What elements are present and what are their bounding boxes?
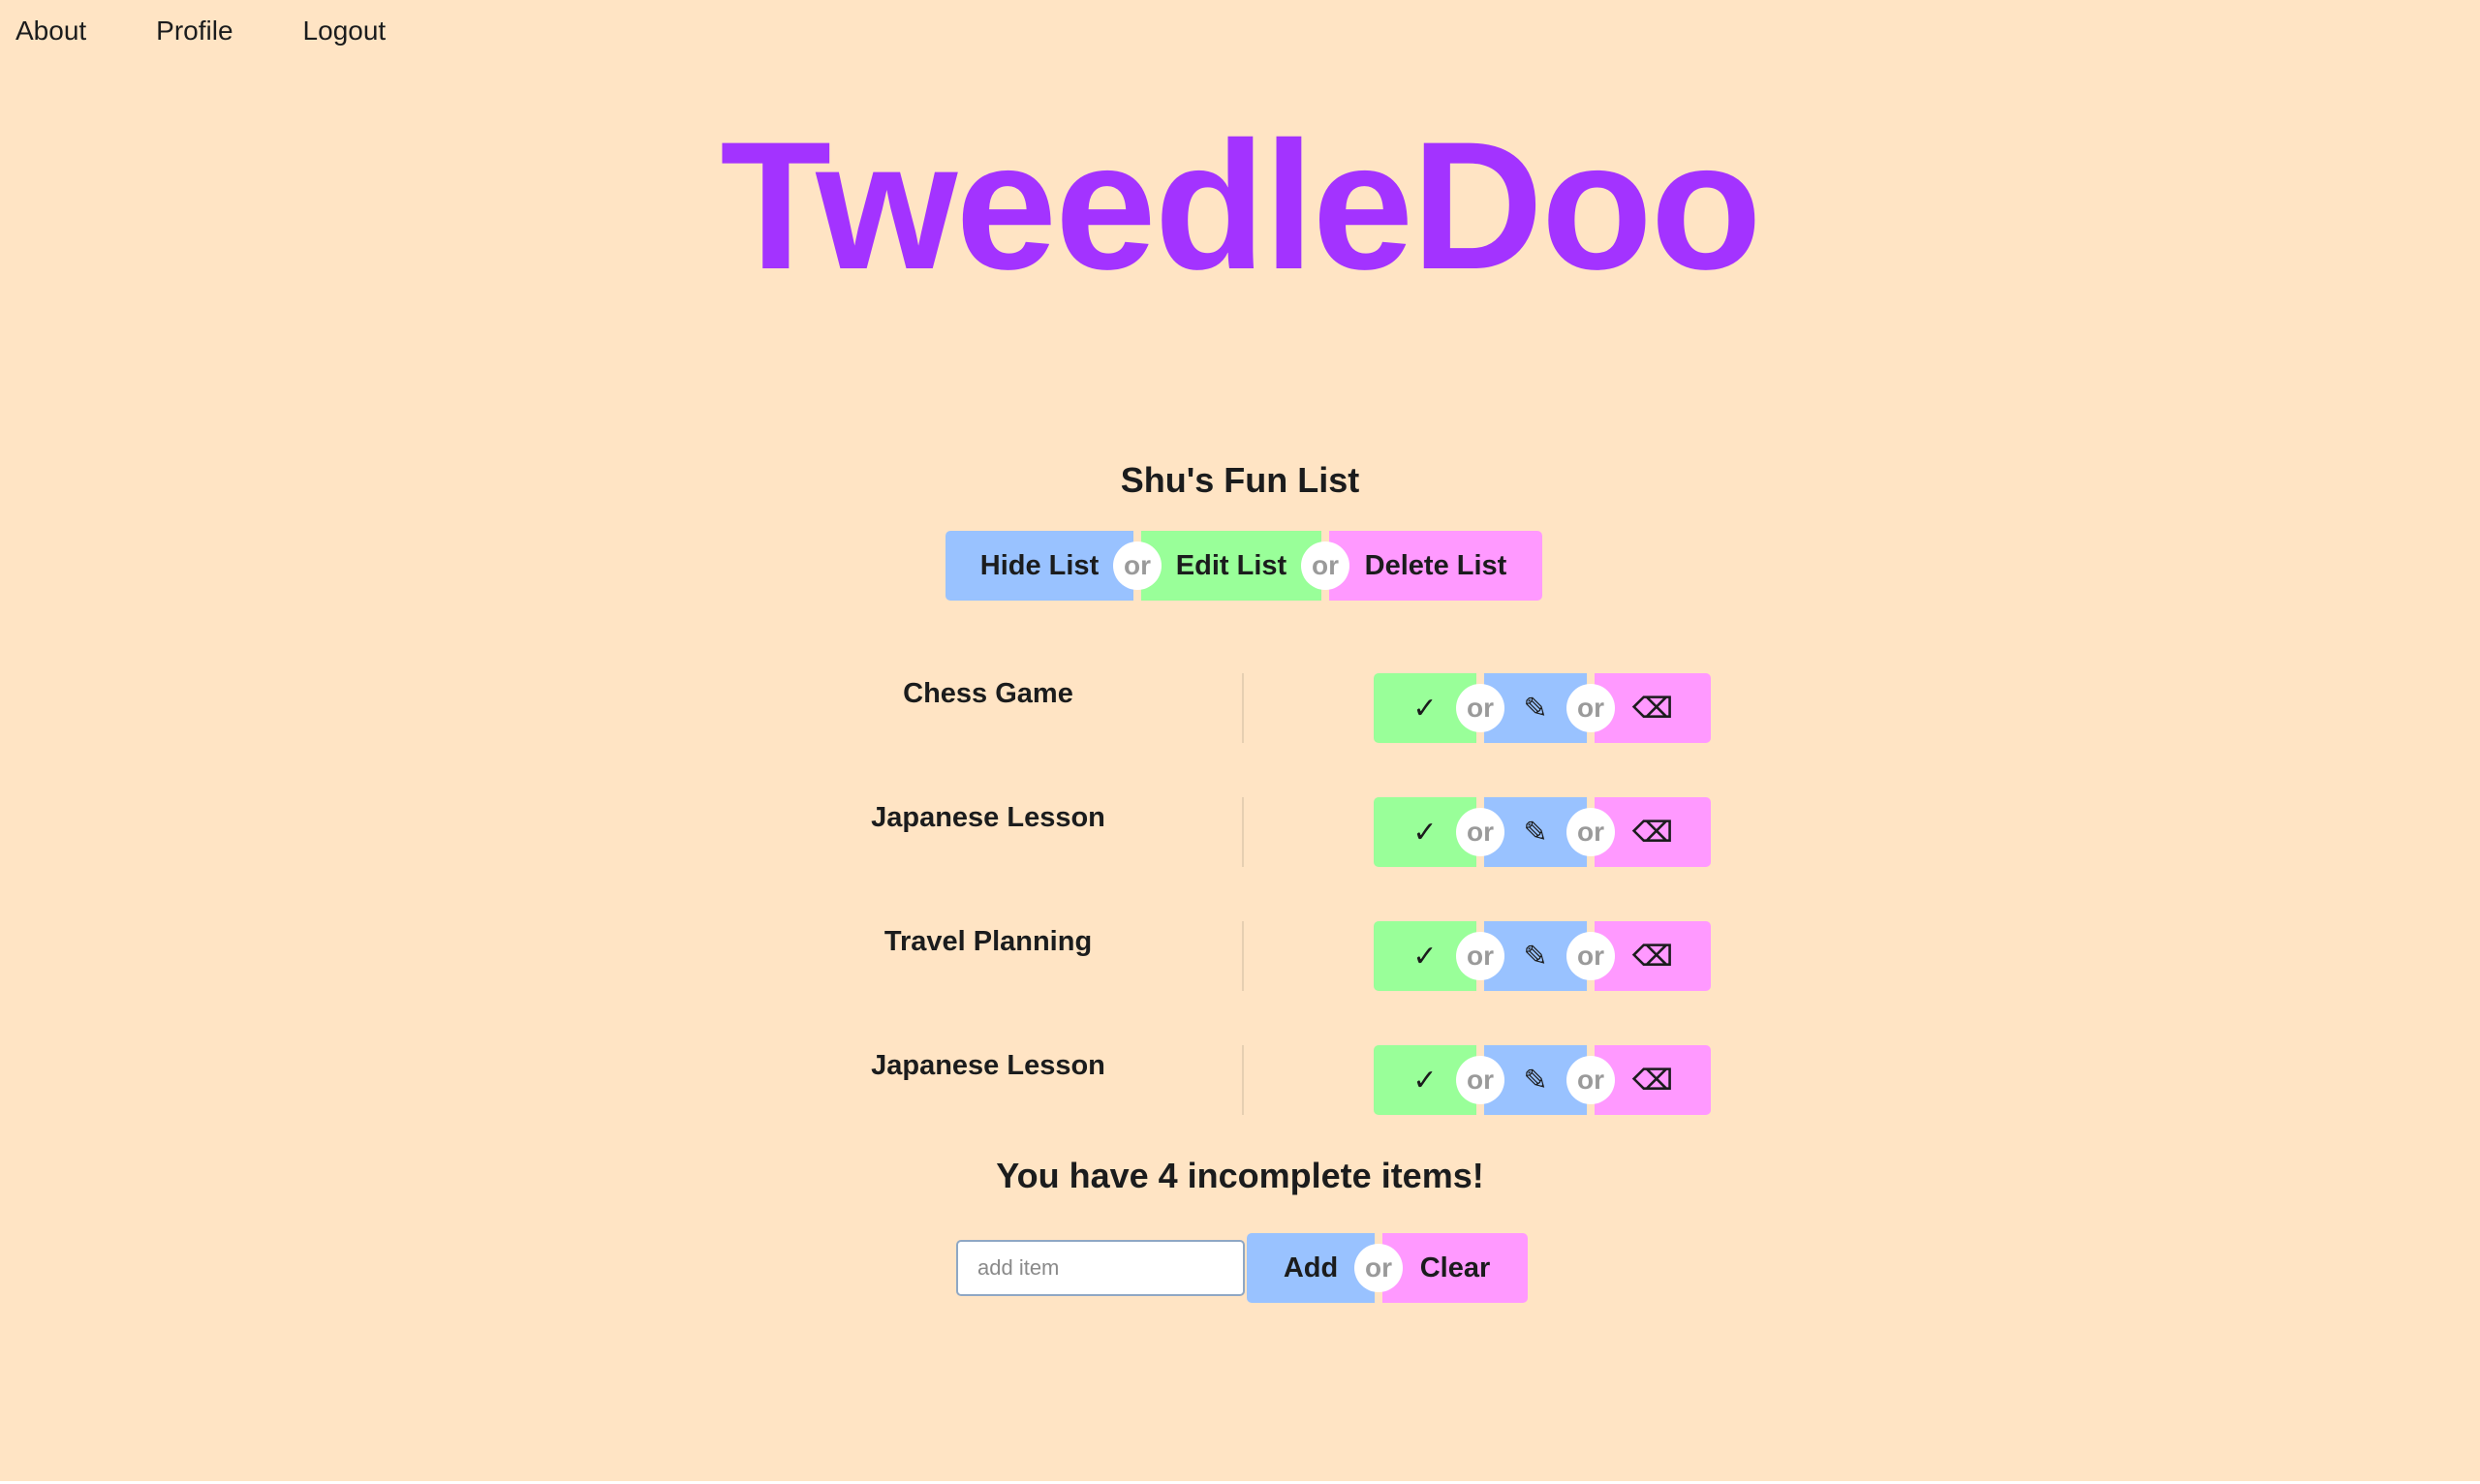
check-icon: ✓ xyxy=(1412,816,1438,849)
backspace-icon: ⌫ xyxy=(1631,1064,1674,1097)
row-divider xyxy=(1242,797,1244,867)
add-actions: Add or Clear xyxy=(1247,1233,1528,1303)
list-item: Japanese Lesson ✓ or ✎ or ⌫ xyxy=(0,1045,2480,1115)
clear-button[interactable]: Clear xyxy=(1382,1233,1528,1303)
item-name: Japanese Lesson xyxy=(871,1050,1105,1081)
backspace-icon: ⌫ xyxy=(1631,940,1674,973)
nav-profile-link[interactable]: Profile xyxy=(156,15,232,46)
backspace-icon: ⌫ xyxy=(1631,816,1674,849)
check-icon: ✓ xyxy=(1412,940,1438,973)
item-name: Travel Planning xyxy=(884,926,1093,957)
top-nav: About Profile Logout xyxy=(16,12,455,50)
item-actions: ✓ or ✎ or ⌫ xyxy=(1374,797,1711,867)
item-actions: ✓ or ✎ or ⌫ xyxy=(1374,921,1711,991)
add-item-input[interactable] xyxy=(956,1240,1245,1296)
nav-logout-link[interactable]: Logout xyxy=(303,15,387,46)
or-separator: or xyxy=(1456,673,1504,743)
item-actions: ✓ or ✎ or ⌫ xyxy=(1374,673,1711,743)
row-divider xyxy=(1242,1045,1244,1115)
item-name: Japanese Lesson xyxy=(871,802,1105,833)
or-separator: or xyxy=(1456,921,1504,991)
pencil-icon: ✎ xyxy=(1523,1064,1548,1097)
incomplete-summary: You have 4 incomplete items! xyxy=(996,1156,1484,1195)
edit-list-button[interactable]: Edit List xyxy=(1141,531,1321,601)
or-separator: or xyxy=(1566,921,1615,991)
check-icon: ✓ xyxy=(1412,692,1438,725)
list-item: Japanese Lesson ✓ or ✎ or ⌫ xyxy=(0,797,2480,867)
pencil-icon: ✎ xyxy=(1523,692,1548,725)
or-separator: or xyxy=(1113,531,1162,601)
pencil-icon: ✎ xyxy=(1523,940,1548,973)
add-item-form: Add or Clear xyxy=(956,1233,1528,1303)
check-icon: ✓ xyxy=(1412,1064,1438,1097)
delete-list-button[interactable]: Delete List xyxy=(1329,531,1542,601)
nav-about-link[interactable]: About xyxy=(16,15,86,46)
list-actions: Hide List or Edit List or Delete List xyxy=(946,531,1542,601)
hide-list-button[interactable]: Hide List xyxy=(946,531,1133,601)
or-separator: or xyxy=(1566,797,1615,867)
item-actions: ✓ or ✎ or ⌫ xyxy=(1374,1045,1711,1115)
or-separator: or xyxy=(1566,1045,1615,1115)
list-title: Shu's Fun List xyxy=(1120,460,1360,500)
row-divider xyxy=(1242,673,1244,743)
app-title: TweedleDoo xyxy=(720,104,1761,307)
pencil-icon: ✎ xyxy=(1523,816,1548,849)
or-separator: or xyxy=(1456,1045,1504,1115)
list-item: Travel Planning ✓ or ✎ or ⌫ xyxy=(0,921,2480,991)
backspace-icon: ⌫ xyxy=(1631,692,1674,725)
or-separator: or xyxy=(1566,673,1615,743)
item-name: Chess Game xyxy=(903,678,1073,709)
or-separator: or xyxy=(1456,797,1504,867)
or-separator: or xyxy=(1301,531,1349,601)
or-separator: or xyxy=(1354,1233,1403,1303)
row-divider xyxy=(1242,921,1244,991)
list-item: Chess Game ✓ or ✎ or ⌫ xyxy=(0,673,2480,743)
